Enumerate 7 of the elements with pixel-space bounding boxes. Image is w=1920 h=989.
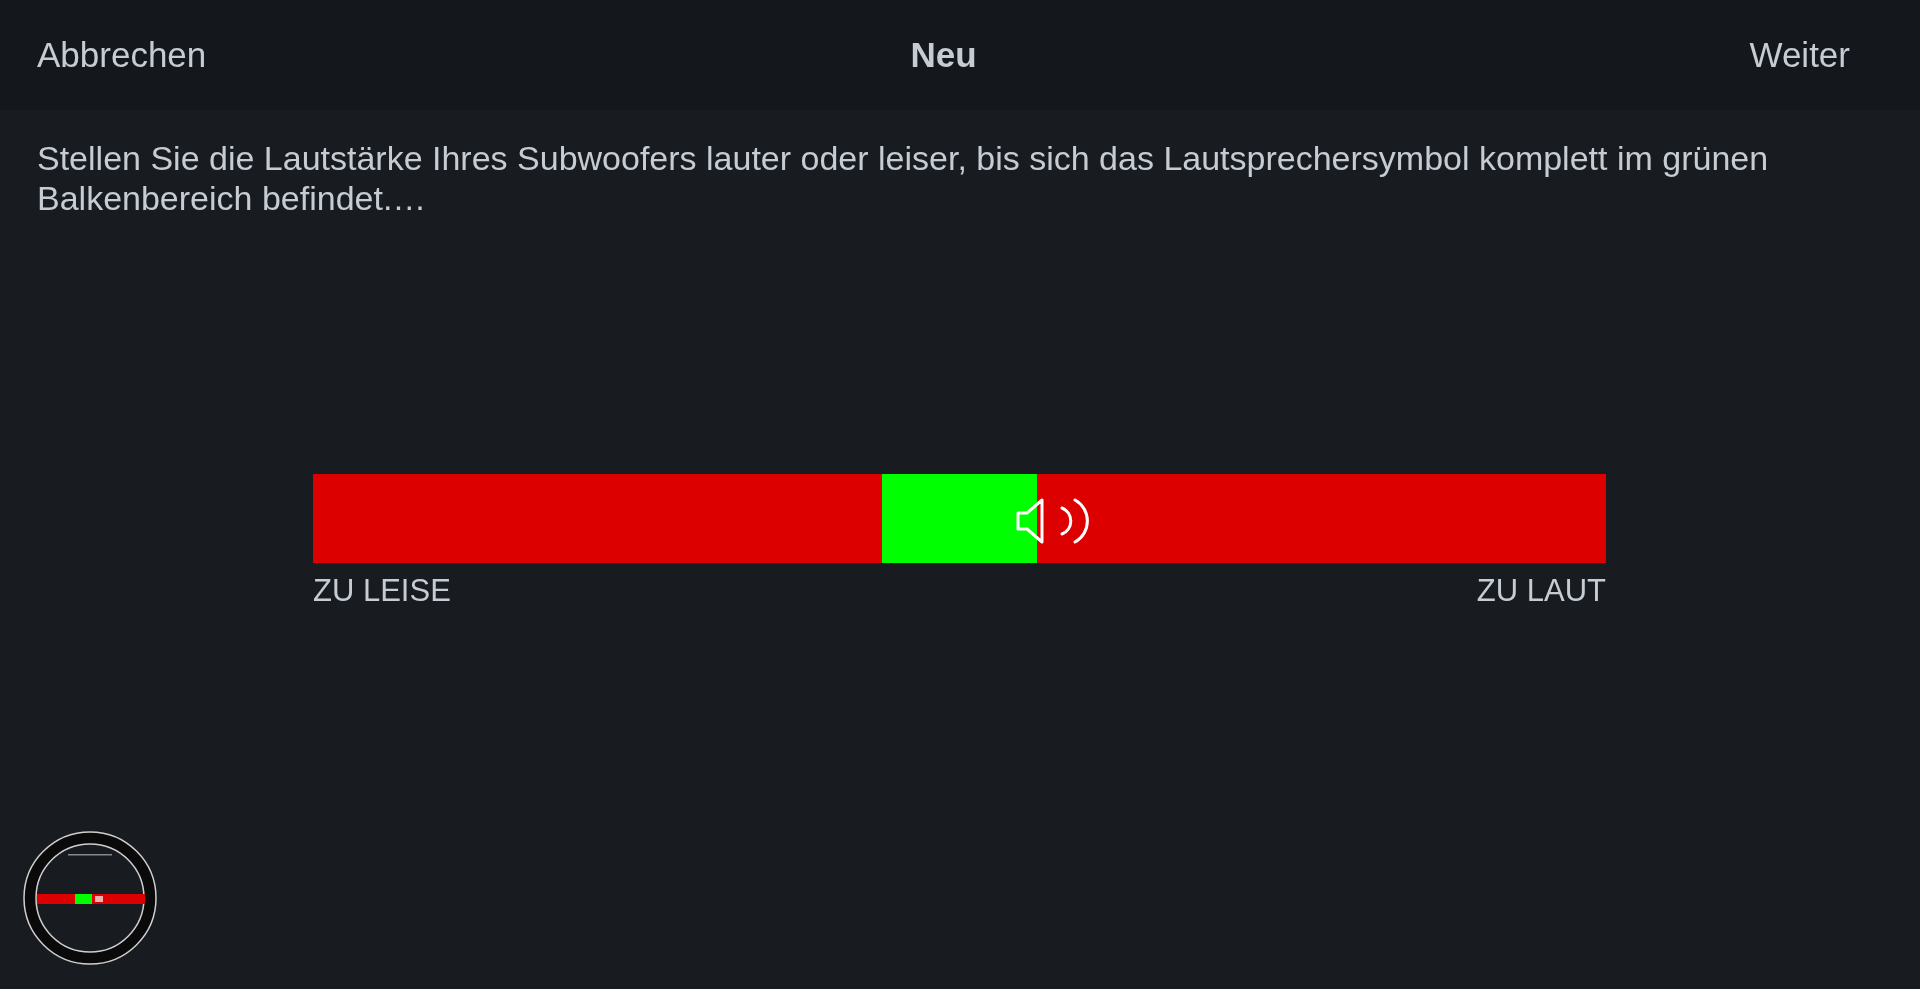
preview-bubble-drawing[interactable] [22, 830, 158, 966]
high-label: ZU LAUT [1476, 573, 1606, 609]
next-button[interactable]: Weiter [1749, 35, 1850, 75]
cancel-button[interactable]: Abbrechen [37, 35, 207, 75]
low-label: ZU LEISE [313, 573, 451, 609]
screen-title: Neu [910, 35, 977, 75]
instruction-text: Stellen Sie die Lautstärke Ihres Subwoofers lauter oder leiser, bis sich das Lautsprechersymbol komplett im grünen Balkenbereich befindet.… [37, 138, 1770, 218]
